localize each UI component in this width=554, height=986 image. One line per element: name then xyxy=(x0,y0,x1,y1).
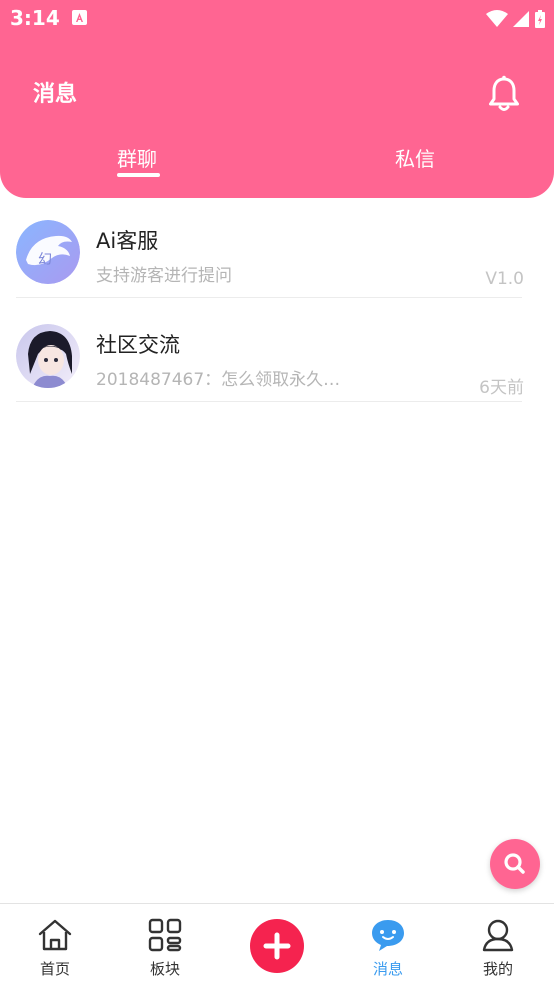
tab-group-chat[interactable]: 群聊 xyxy=(117,143,157,172)
community-avatar xyxy=(16,324,80,388)
add-icon xyxy=(263,932,291,960)
chat-list-item[interactable]: 幻 Ai客服 支持游客进行提问 V1.0 xyxy=(0,200,554,304)
status-bar: 3:14 xyxy=(0,0,554,38)
search-button[interactable] xyxy=(490,839,540,889)
add-button[interactable] xyxy=(250,919,304,973)
app-header: 3:14 消息 群聊 私信 xyxy=(0,0,554,198)
nav-board[interactable]: 板块 xyxy=(110,904,220,986)
signal-icon xyxy=(513,11,529,27)
profile-icon xyxy=(480,917,516,953)
nav-label: 消息 xyxy=(372,960,403,978)
chat-preview: 2018487467：怎么领取永久… xyxy=(96,370,341,390)
chat-preview: 支持游客进行提问 xyxy=(96,266,232,286)
divider xyxy=(16,401,522,402)
divider xyxy=(16,297,522,298)
active-tab-indicator xyxy=(117,173,160,177)
status-time: 3:14 xyxy=(10,6,60,30)
tab-private-message[interactable]: 私信 xyxy=(395,143,435,172)
home-icon xyxy=(37,917,73,953)
nav-label: 板块 xyxy=(149,960,180,978)
nav-label: 首页 xyxy=(39,960,70,978)
bell-icon[interactable] xyxy=(486,75,522,113)
nav-home[interactable]: 首页 xyxy=(0,904,110,986)
page-title: 消息 xyxy=(33,82,78,107)
nav-messages[interactable]: 消息 xyxy=(333,904,443,986)
chat-meta: 6天前 xyxy=(479,378,524,398)
chat-name: 社区交流 xyxy=(96,333,180,357)
bottom-nav: 首页 板块 消息 我的 xyxy=(0,903,554,986)
nav-label: 我的 xyxy=(482,960,513,978)
grid-icon xyxy=(147,917,183,953)
notification-app-icon xyxy=(72,10,87,25)
wifi-icon xyxy=(486,10,508,27)
chat-bubble-icon xyxy=(370,917,406,953)
ai-service-avatar: 幻 xyxy=(16,220,80,284)
system-icons xyxy=(486,8,546,30)
svg-text:幻: 幻 xyxy=(38,252,52,268)
chat-meta: V1.0 xyxy=(485,269,524,289)
chat-list-item[interactable]: 社区交流 2018487467：怎么领取永久… 6天前 xyxy=(0,304,554,408)
search-icon xyxy=(504,853,525,874)
chat-name: Ai客服 xyxy=(96,229,159,253)
battery-icon xyxy=(535,10,545,28)
nav-profile[interactable]: 我的 xyxy=(443,904,553,986)
